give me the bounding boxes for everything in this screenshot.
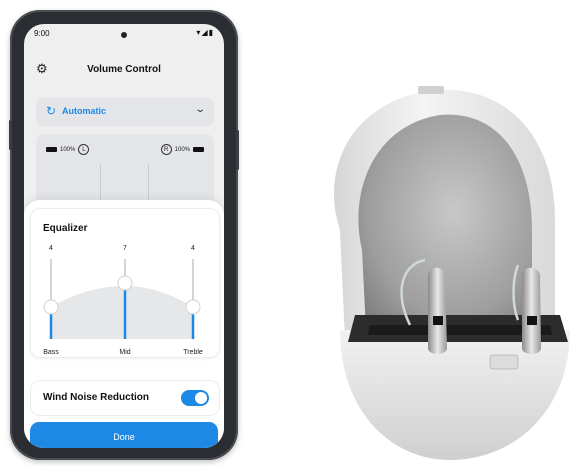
treble-slider-knob[interactable]: [185, 299, 201, 315]
equalizer-curve: [51, 286, 193, 339]
wind-noise-toggle[interactable]: [181, 390, 209, 406]
left-side-badge: L: [78, 144, 90, 155]
phone-screen: 9:00 ▾◢▮ ⚙ Volume Control ↻ Automatic ⌄ …: [24, 24, 224, 448]
left-battery-percent: 100%: [60, 146, 76, 153]
bass-label: Bass: [43, 349, 59, 356]
front-camera: [121, 32, 127, 38]
treble-value: 4: [191, 245, 195, 252]
bass-value: 4: [49, 245, 53, 252]
mid-slider-knob[interactable]: [117, 275, 133, 291]
page-title: Volume Control: [87, 64, 161, 75]
wind-noise-row: Wind Noise Reduction: [30, 380, 220, 416]
mid-label: Mid: [119, 349, 131, 356]
right-battery-percent: 100%: [174, 146, 190, 153]
program-selected-label: Automatic: [62, 106, 107, 116]
battery-icon: [46, 147, 57, 152]
right-battery-status: R 100%: [160, 144, 204, 155]
chevron-down-icon: ⌄: [193, 104, 206, 115]
phone-power-button: [236, 130, 239, 170]
phone-volume-button: [9, 120, 12, 150]
status-bar: 9:00 ▾◢▮: [24, 24, 224, 44]
status-time: 9:00: [34, 29, 50, 38]
bass-slider-knob[interactable]: [43, 299, 59, 315]
right-side-badge: R: [160, 144, 172, 155]
refresh-icon: ↻: [46, 104, 57, 118]
status-icons: ▾◢▮: [196, 28, 214, 37]
mid-value: 7: [123, 245, 127, 252]
app-header: ⚙ Volume Control: [24, 62, 224, 82]
smartphone: 9:00 ▾◢▮ ⚙ Volume Control ↻ Automatic ⌄ …: [9, 10, 239, 460]
left-battery-status: 100% L: [46, 144, 90, 155]
battery-icon: [193, 147, 204, 152]
wind-noise-label: Wind Noise Reduction: [43, 392, 150, 403]
toggle-knob: [195, 392, 207, 404]
charging-case-photo: [334, 86, 570, 460]
treble-label: Treble: [183, 349, 203, 356]
equalizer-card: Equalizer 4 7 4 Bass Mid Treble: [30, 208, 220, 358]
done-button[interactable]: Done: [30, 422, 218, 448]
equalizer-sheet: Equalizer 4 7 4 Bass Mid Treble Wind Noi…: [24, 200, 224, 448]
equalizer-graph: [43, 259, 201, 339]
program-dropdown[interactable]: ↻ Automatic ⌄: [36, 98, 214, 126]
